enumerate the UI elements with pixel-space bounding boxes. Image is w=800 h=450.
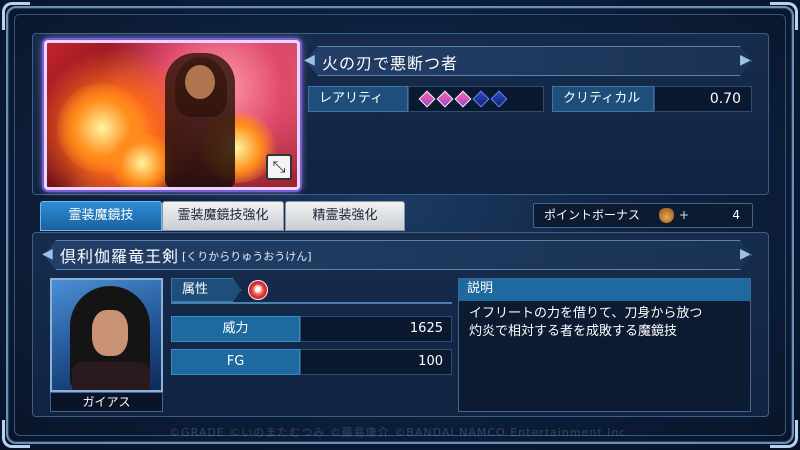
expand-arrows-icon[interactable]: ⤡ <box>266 154 292 180</box>
rarity-gem-icon <box>472 90 490 108</box>
critical-label: クリティカル <box>552 86 654 112</box>
fg-label: FG <box>171 349 300 375</box>
point-bonus: ポイントボーナス + 4 <box>533 203 753 228</box>
description-text: イフリートの力を借りて、刀身から放つ 灼炎で相対する者を成敗する魔鏡技 <box>469 305 747 341</box>
chevron-left-icon: ◀ <box>42 246 53 262</box>
portrait-face <box>92 310 128 356</box>
chevron-right-icon: ▶ <box>740 52 751 68</box>
skill-reading: [くりからりゅうおうけん] <box>182 250 312 263</box>
critical-value: 0.70 <box>654 86 752 112</box>
fire-element-icon: ✺ <box>248 280 268 300</box>
point-bonus-label: ポイントボーナス <box>544 208 641 222</box>
frame-corner-ornament <box>770 2 798 30</box>
character-face <box>185 65 215 99</box>
copyright-watermark: ©GRADE ©いのまたむつみ ©藤島康介 ©BANDAI NAMCO Ente… <box>169 426 631 439</box>
chevron-left-icon: ◀ <box>304 52 315 68</box>
card-artwork[interactable] <box>44 40 300 190</box>
attribute-divider <box>171 302 452 304</box>
frame-corner-ornament <box>2 2 30 30</box>
point-bonus-plus: + <box>679 208 690 222</box>
power-value: 1625 <box>300 316 452 342</box>
skill-name: 倶利伽羅竜王剣 <box>60 247 180 266</box>
description-box: 説明 イフリートの力を借りて、刀身から放つ 灼炎で相対する者を成敗する魔鏡技 <box>458 278 751 412</box>
power-label: 威力 <box>171 316 300 342</box>
description-header: 説明 <box>459 279 750 301</box>
rarity-value <box>408 86 544 112</box>
money-bag-icon <box>659 208 674 223</box>
character-name: ガイアス <box>50 392 163 412</box>
chevron-right-icon: ▶ <box>740 246 751 262</box>
point-bonus-value: 4 <box>732 208 740 222</box>
description-line: イフリートの力を借りて、刀身から放つ <box>469 306 703 321</box>
card-title: 火の刃で悪断つ者 <box>322 54 459 73</box>
attribute-label: 属性 <box>171 278 241 302</box>
tab-skill[interactable]: 霊装魔鏡技 <box>40 201 162 231</box>
rarity-gem-icon <box>436 90 454 108</box>
rarity-label: レアリティ <box>308 86 408 112</box>
character-portrait[interactable] <box>50 278 163 392</box>
tab-spirit-enhance[interactable]: 精霊装強化 <box>285 201 405 231</box>
rarity-gem-icon <box>490 90 508 108</box>
rarity-gem-icon <box>454 90 472 108</box>
fg-value: 100 <box>300 349 452 375</box>
tab-skill-enhance[interactable]: 霊装魔鏡技強化 <box>162 201 284 231</box>
description-line: 灼炎で相対する者を成敗する魔鏡技 <box>469 324 678 339</box>
rarity-gem-icon <box>418 90 436 108</box>
rarity-gems <box>409 87 543 111</box>
portrait-coat <box>72 362 150 390</box>
